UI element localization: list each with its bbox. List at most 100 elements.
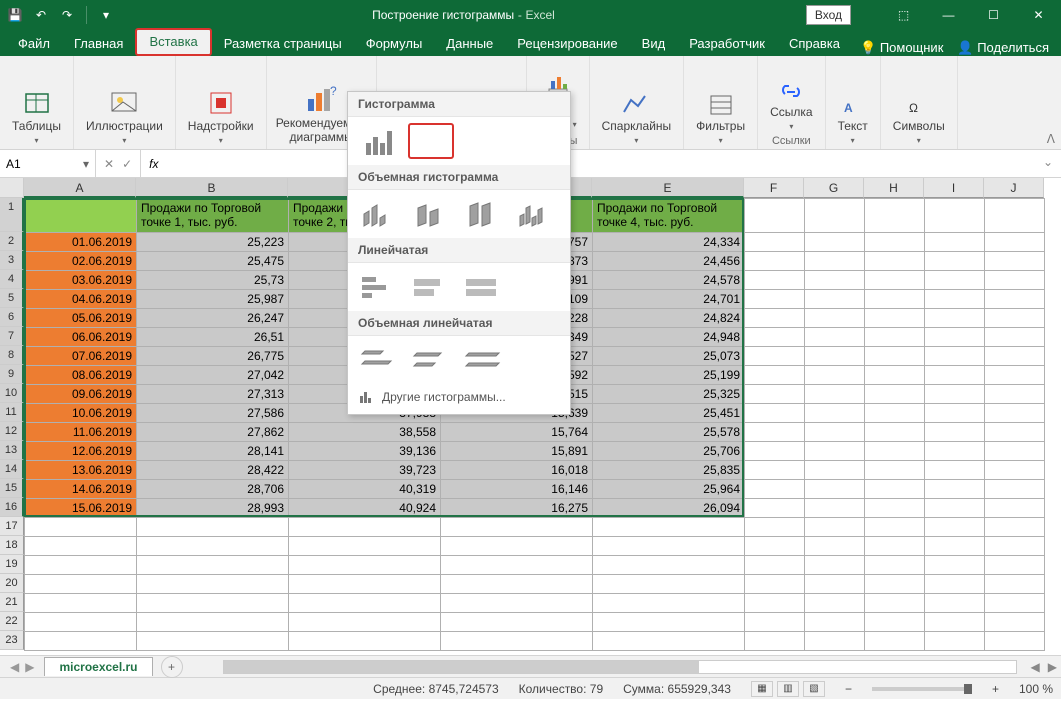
scroll-left-icon[interactable]: ◀ [1027,660,1044,674]
fx-icon[interactable]: fx [141,150,166,177]
share-button[interactable]: 👤 Поделиться [957,40,1049,56]
tab-insert[interactable]: Вставка [135,28,211,56]
100-stacked-bar-option[interactable] [460,269,506,305]
sheet-tab[interactable]: microexcel.ru [44,657,152,676]
cell[interactable] [745,594,805,613]
expand-formula-bar-icon[interactable]: ⌄ [1035,150,1061,177]
cell[interactable]: 08.06.2019 [25,366,137,385]
row-header[interactable]: 7 [0,327,24,346]
row-header[interactable]: 17 [0,517,24,536]
sparklines-button[interactable]: Спарклайны▾ [596,90,678,147]
tab-home[interactable]: Главная [62,32,135,56]
cell[interactable]: 28,993 [137,499,289,518]
cell[interactable] [865,613,925,632]
cell[interactable]: 15,891 [441,442,593,461]
cell[interactable]: Продажи по Торговойточке 1, тыс. руб. [137,199,289,233]
3d-100-stacked-bar-option[interactable] [460,342,506,378]
cell[interactable] [805,347,865,366]
cell[interactable] [925,347,985,366]
cell[interactable] [745,366,805,385]
undo-icon[interactable]: ↶ [32,6,50,24]
row-header[interactable]: 20 [0,574,24,593]
cell[interactable] [137,556,289,575]
cell[interactable]: 09.06.2019 [25,385,137,404]
cell[interactable] [805,537,865,556]
cell[interactable] [925,423,985,442]
cell[interactable]: 25,835 [593,461,745,480]
cell[interactable]: 26,094 [593,499,745,518]
login-button[interactable]: Вход [806,5,851,25]
cell[interactable]: 25,451 [593,404,745,423]
cell[interactable] [985,271,1045,290]
cell[interactable]: 27,313 [137,385,289,404]
row-header[interactable]: 21 [0,593,24,612]
cell[interactable]: 26,247 [137,309,289,328]
cell[interactable] [745,347,805,366]
row-header[interactable]: 22 [0,612,24,631]
cell[interactable] [985,556,1045,575]
collapse-ribbon-icon[interactable]: ᐱ [1047,132,1055,146]
cell[interactable] [985,199,1045,233]
column-header[interactable]: A [24,178,136,198]
cell[interactable] [985,233,1045,252]
cell[interactable] [925,461,985,480]
row-header[interactable]: 9 [0,365,24,384]
clustered-column-option[interactable] [356,123,402,159]
cell[interactable] [985,385,1045,404]
cell[interactable] [985,461,1045,480]
cell[interactable] [745,423,805,442]
cell[interactable] [865,556,925,575]
3d-column-option[interactable] [512,196,558,232]
formula-input[interactable] [166,150,1034,177]
cell[interactable] [745,575,805,594]
cell[interactable] [137,632,289,651]
zoom-out-button[interactable]: − [845,682,852,696]
cell[interactable] [865,271,925,290]
tab-help[interactable]: Справка [777,32,852,56]
cell[interactable] [441,556,593,575]
cell[interactable] [865,461,925,480]
cell[interactable] [745,233,805,252]
tab-file[interactable]: Файл [6,32,62,56]
cell[interactable] [745,252,805,271]
cell[interactable] [137,594,289,613]
cell[interactable] [865,518,925,537]
cell[interactable] [25,594,137,613]
row-header[interactable]: 13 [0,441,24,460]
cell[interactable]: 13.06.2019 [25,461,137,480]
cell[interactable] [289,575,441,594]
cell[interactable] [289,632,441,651]
cell[interactable] [745,199,805,233]
cell[interactable]: 27,042 [137,366,289,385]
cell[interactable] [25,199,137,233]
cell[interactable] [865,199,925,233]
cell[interactable]: 14.06.2019 [25,480,137,499]
cell[interactable] [865,423,925,442]
cell[interactable] [865,233,925,252]
cell[interactable] [805,233,865,252]
cell[interactable] [985,594,1045,613]
cell[interactable]: 25,199 [593,366,745,385]
cell[interactable] [865,499,925,518]
cell[interactable] [985,404,1045,423]
cell[interactable]: 24,948 [593,328,745,347]
horizontal-scrollbar[interactable] [223,660,1017,674]
row-header[interactable]: 5 [0,289,24,308]
column-header[interactable]: E [592,178,744,198]
cell[interactable]: 38,558 [289,423,441,442]
cell[interactable] [805,271,865,290]
cell[interactable] [865,290,925,309]
cell[interactable]: 05.06.2019 [25,309,137,328]
zoom-in-button[interactable]: + [992,682,999,696]
cell[interactable]: 03.06.2019 [25,271,137,290]
cell[interactable] [985,537,1045,556]
row-header[interactable]: 14 [0,460,24,479]
column-header[interactable]: H [864,178,924,198]
cell[interactable] [805,632,865,651]
minimize-icon[interactable]: — [926,0,971,29]
cell[interactable] [745,499,805,518]
cell[interactable] [925,575,985,594]
cell[interactable]: 25,223 [137,233,289,252]
cell[interactable] [289,556,441,575]
3d-100-stacked-column-option[interactable] [460,196,506,232]
